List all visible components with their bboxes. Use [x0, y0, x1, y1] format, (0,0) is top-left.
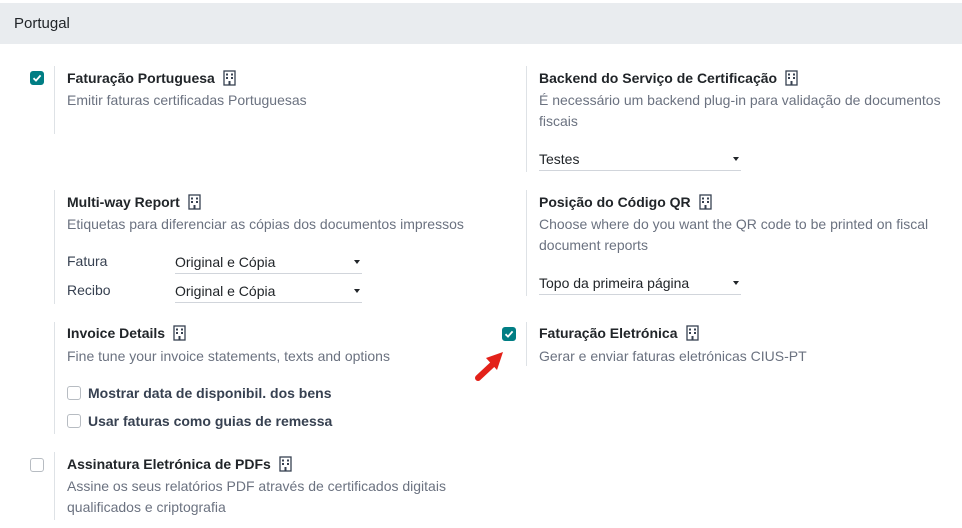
building-icon [173, 325, 186, 341]
red-arrow-icon [475, 352, 503, 381]
guias-remessa-checkbox[interactable] [67, 414, 81, 428]
divider [526, 66, 527, 172]
faturacao-portuguesa-description: Emitir faturas certificadas Portuguesas [67, 92, 307, 108]
backend-select[interactable]: Testes [539, 149, 741, 171]
multiway-recibo-value: Original e Cópia [175, 283, 276, 299]
mostrar-data-label[interactable]: Mostrar data de disponibil. dos bens [88, 385, 331, 401]
building-icon [685, 325, 699, 341]
divider [54, 452, 55, 520]
divider [54, 322, 55, 434]
building-icon [279, 456, 292, 472]
multiway-fatura-select[interactable]: Original e Cópia [175, 252, 362, 274]
caret-down-icon [354, 289, 360, 293]
faturacao-eletronica-description: Gerar e enviar faturas eletrónicas CIUS-… [539, 348, 807, 364]
backend-select-value: Testes [539, 151, 580, 167]
faturacao-eletronica-title: Faturação Eletrónica [539, 325, 699, 341]
section-title: Portugal [14, 15, 70, 32]
qr-position-description-line2: document reports [539, 237, 648, 253]
divider [54, 66, 55, 134]
qr-position-title: Posição do Código QR [539, 194, 712, 210]
assinatura-description-line2: qualificados e criptografia [67, 499, 226, 515]
check-icon [32, 74, 42, 82]
multiway-fatura-value: Original e Cópia [175, 254, 276, 270]
guias-remessa-label[interactable]: Usar faturas como guias de remessa [88, 413, 332, 429]
caret-down-icon [733, 281, 739, 285]
invoice-details-title: Invoice Details [67, 325, 186, 341]
divider [54, 190, 55, 304]
building-icon [188, 194, 201, 210]
assinatura-checkbox[interactable] [30, 458, 44, 472]
multiway-recibo-label: Recibo [67, 282, 111, 298]
assinatura-description-line1: Assine os seus relatórios PDF através de… [67, 478, 446, 494]
caret-down-icon [354, 260, 360, 264]
multiway-description: Etiquetas para diferenciar as cópias dos… [67, 216, 464, 232]
check-icon [504, 330, 514, 338]
faturacao-portuguesa-title: Faturação Portuguesa [67, 70, 236, 86]
qr-position-description-line1: Choose where do you want the QR code to … [539, 216, 929, 232]
building-icon [785, 70, 798, 86]
backend-description-line2: fiscais [539, 113, 578, 129]
multiway-recibo-select[interactable]: Original e Cópia [175, 281, 362, 303]
faturacao-portuguesa-checkbox[interactable] [30, 71, 44, 85]
qr-position-select[interactable]: Topo da primeira página [539, 273, 741, 295]
backend-title: Backend do Serviço de Certificação [539, 70, 798, 86]
faturacao-eletronica-checkbox[interactable] [502, 327, 516, 341]
multiway-title: Multi-way Report [67, 194, 201, 210]
mostrar-data-checkbox[interactable] [67, 386, 81, 400]
divider [526, 190, 527, 296]
multiway-fatura-label: Fatura [67, 253, 108, 269]
invoice-details-description: Fine tune your invoice statements, texts… [67, 348, 390, 364]
backend-description-line1: É necessário um backend plug-in para val… [539, 92, 941, 108]
assinatura-title: Assinatura Eletrónica de PDFs [67, 456, 292, 472]
building-icon [699, 194, 712, 210]
qr-position-value: Topo da primeira página [539, 275, 690, 291]
caret-down-icon [733, 157, 739, 161]
divider [526, 322, 527, 366]
building-icon [223, 70, 236, 86]
section-header: Portugal [0, 3, 962, 44]
